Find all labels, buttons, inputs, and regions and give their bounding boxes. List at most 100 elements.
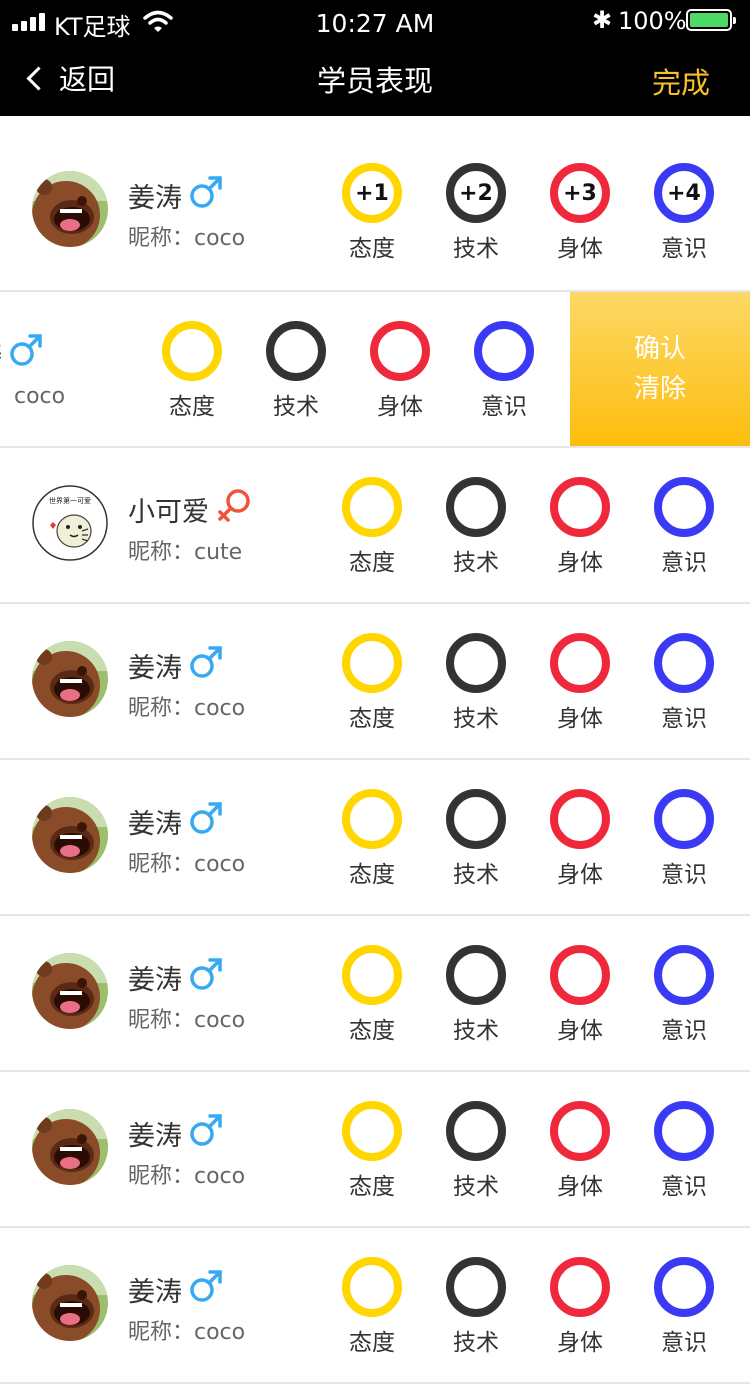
physical-score-ring[interactable]: +3 bbox=[550, 163, 610, 223]
awareness-score-ring[interactable] bbox=[654, 477, 714, 537]
metric-awareness[interactable]: +4 意识 bbox=[649, 163, 719, 263]
student-name: 姜涛 bbox=[128, 1121, 182, 1152]
battery-icon bbox=[686, 9, 736, 31]
awareness-score-ring[interactable]: +4 bbox=[654, 163, 714, 223]
technique-score-ring[interactable] bbox=[446, 1257, 506, 1317]
metric-awareness[interactable]: 意识 bbox=[649, 1257, 719, 1357]
bluetooth-icon: ✱ bbox=[592, 6, 613, 34]
metric-physical[interactable]: 身体 bbox=[365, 321, 435, 421]
technique-score-ring[interactable] bbox=[266, 321, 326, 381]
student-row[interactable]: 姜涛 昵称：coco +1 态度 +2 技术 +3 身体 +4 意识 bbox=[0, 134, 750, 292]
metric-physical[interactable]: 身体 bbox=[545, 789, 615, 889]
metric-attitude[interactable]: 态度 bbox=[337, 477, 407, 577]
metric-awareness[interactable]: 意识 bbox=[649, 633, 719, 733]
metric-label: 技术 bbox=[453, 862, 499, 888]
student-row[interactable]: 姜涛 昵称：coco 态度 技术 身体 意识 bbox=[0, 760, 750, 916]
awareness-score-ring[interactable] bbox=[654, 633, 714, 693]
metric-attitude[interactable]: 态度 bbox=[157, 321, 227, 421]
student-name: 小可爱 bbox=[128, 497, 209, 528]
confirm-clear-button[interactable]: 确认 清除 bbox=[570, 292, 750, 446]
metric-technique[interactable]: 技术 bbox=[261, 321, 331, 421]
avatar bbox=[32, 1265, 108, 1341]
metric-technique[interactable]: 技术 bbox=[441, 477, 511, 577]
student-name: 姜涛 bbox=[128, 183, 182, 214]
metric-awareness[interactable]: 意识 bbox=[469, 321, 539, 421]
male-icon bbox=[10, 334, 42, 366]
attitude-score-ring[interactable] bbox=[342, 789, 402, 849]
technique-score-ring[interactable] bbox=[446, 1101, 506, 1161]
metric-label: 技术 bbox=[453, 550, 499, 576]
metric-awareness[interactable]: 意识 bbox=[649, 1101, 719, 1201]
metric-label: 身体 bbox=[557, 1018, 603, 1044]
metric-label: 意识 bbox=[661, 1330, 707, 1356]
metric-label: 意识 bbox=[661, 236, 707, 262]
technique-score-ring[interactable] bbox=[446, 789, 506, 849]
metric-attitude[interactable]: +1 态度 bbox=[337, 163, 407, 263]
male-icon bbox=[190, 802, 222, 834]
student-row[interactable]: 姜涛 昵称：coco 态度 技术 身体 意识 bbox=[0, 1072, 750, 1228]
metric-attitude[interactable]: 态度 bbox=[337, 789, 407, 889]
battery-percent: 100% bbox=[618, 7, 687, 35]
metric-awareness[interactable]: 意识 bbox=[649, 477, 719, 577]
metric-physical[interactable]: 身体 bbox=[545, 1257, 615, 1357]
student-row[interactable]: 世界第一可爱 小可爱 昵称：cute 态度 技术 身体 意识 bbox=[0, 448, 750, 604]
metric-attitude[interactable]: 态度 bbox=[337, 1257, 407, 1357]
student-nickname: 昵称：cute bbox=[128, 540, 243, 565]
physical-score-ring[interactable] bbox=[550, 1101, 610, 1161]
awareness-score-ring[interactable] bbox=[654, 1257, 714, 1317]
student-row[interactable]: 姜涛 昵称：coco 态度 技术 身体 意识 bbox=[0, 604, 750, 760]
student-row[interactable]: 姜涛 昵称：coco 态度 技术 身体 意识 bbox=[0, 1228, 750, 1384]
metric-physical[interactable]: 身体 bbox=[545, 477, 615, 577]
student-row[interactable]: 姜涛 昵称：coco 态度 技术 身体 意识 确认清除 bbox=[0, 292, 750, 448]
awareness-score-ring[interactable] bbox=[654, 789, 714, 849]
metric-physical[interactable]: 身体 bbox=[545, 633, 615, 733]
technique-score-ring[interactable] bbox=[446, 477, 506, 537]
svg-text:世界第一可爱: 世界第一可爱 bbox=[49, 496, 91, 505]
physical-score-ring[interactable] bbox=[370, 321, 430, 381]
metric-technique[interactable]: 技术 bbox=[441, 1257, 511, 1357]
student-list: 姜涛 昵称：coco +1 态度 +2 技术 +3 身体 +4 意识 姜涛 昵称：coco 态… bbox=[0, 134, 750, 1384]
male-icon bbox=[190, 958, 222, 990]
attitude-score-ring[interactable] bbox=[342, 633, 402, 693]
metric-attitude[interactable]: 态度 bbox=[337, 633, 407, 733]
metric-technique[interactable]: 技术 bbox=[441, 1101, 511, 1201]
attitude-score-ring[interactable]: +1 bbox=[342, 163, 402, 223]
awareness-score-ring[interactable] bbox=[654, 1101, 714, 1161]
metric-technique[interactable]: 技术 bbox=[441, 633, 511, 733]
metric-technique[interactable]: 技术 bbox=[441, 789, 511, 889]
metric-label: 态度 bbox=[169, 394, 215, 420]
bear-icon bbox=[32, 641, 108, 717]
metric-label: 态度 bbox=[349, 862, 395, 888]
attitude-score-ring[interactable] bbox=[162, 321, 222, 381]
done-button[interactable]: 完成 bbox=[652, 60, 710, 102]
awareness-score-ring[interactable] bbox=[654, 945, 714, 1005]
physical-score-ring[interactable] bbox=[550, 1257, 610, 1317]
technique-score-ring[interactable]: +2 bbox=[446, 163, 506, 223]
attitude-score-ring[interactable] bbox=[342, 945, 402, 1005]
physical-score-ring[interactable] bbox=[550, 945, 610, 1005]
physical-score-ring[interactable] bbox=[550, 633, 610, 693]
student-row[interactable]: 姜涛 昵称：coco 态度 技术 身体 意识 bbox=[0, 916, 750, 1072]
avatar: 世界第一可爱 bbox=[32, 485, 108, 561]
physical-score-ring[interactable] bbox=[550, 477, 610, 537]
metric-attitude[interactable]: 态度 bbox=[337, 945, 407, 1045]
metric-technique[interactable]: 技术 bbox=[441, 945, 511, 1045]
metric-physical[interactable]: 身体 bbox=[545, 945, 615, 1045]
metric-physical[interactable]: +3 身体 bbox=[545, 163, 615, 263]
metric-awareness[interactable]: 意识 bbox=[649, 789, 719, 889]
technique-score-ring[interactable] bbox=[446, 633, 506, 693]
metric-label: 技术 bbox=[453, 236, 499, 262]
metric-awareness[interactable]: 意识 bbox=[649, 945, 719, 1045]
attitude-score-ring[interactable] bbox=[342, 1257, 402, 1317]
attitude-score-ring[interactable] bbox=[342, 1101, 402, 1161]
student-nickname: 昵称：coco bbox=[128, 226, 246, 251]
attitude-score-ring[interactable] bbox=[342, 477, 402, 537]
confirm-label: 确认 bbox=[633, 334, 686, 364]
metric-physical[interactable]: 身体 bbox=[545, 1101, 615, 1201]
awareness-score-ring[interactable] bbox=[474, 321, 534, 381]
physical-score-ring[interactable] bbox=[550, 789, 610, 849]
metric-technique[interactable]: +2 技术 bbox=[441, 163, 511, 263]
metric-label: 技术 bbox=[453, 706, 499, 732]
technique-score-ring[interactable] bbox=[446, 945, 506, 1005]
metric-attitude[interactable]: 态度 bbox=[337, 1101, 407, 1201]
